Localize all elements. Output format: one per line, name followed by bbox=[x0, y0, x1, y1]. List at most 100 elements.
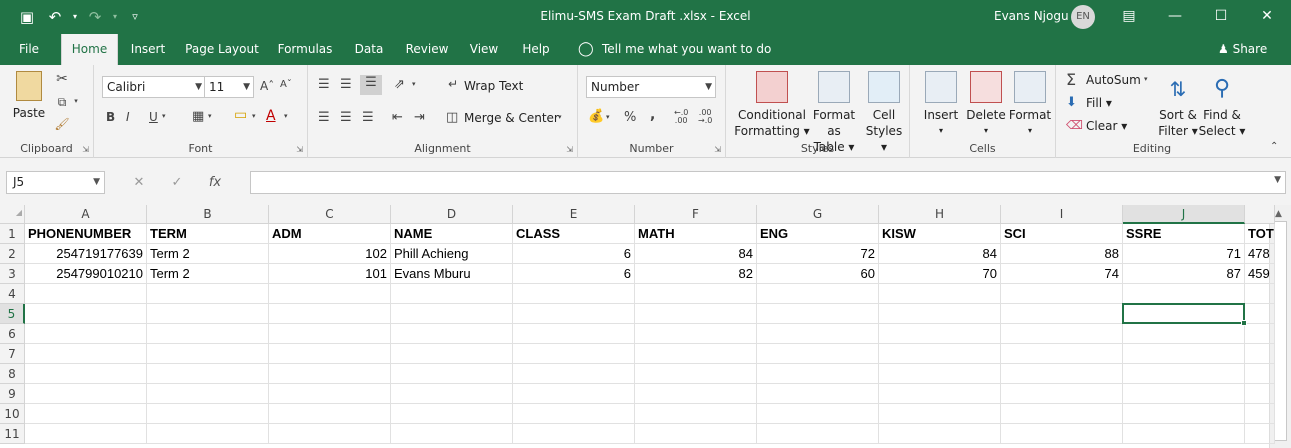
copy-icon[interactable]: ⧉ bbox=[54, 95, 70, 110]
cell[interactable] bbox=[391, 404, 513, 424]
tab-formulas[interactable]: Formulas bbox=[272, 34, 338, 65]
merge-dropdown-icon[interactable]: ▾ bbox=[558, 113, 562, 121]
format-cells-button[interactable]: Format ▾ bbox=[1006, 71, 1054, 139]
paste-button[interactable]: Paste bbox=[8, 71, 50, 121]
cell[interactable] bbox=[269, 424, 391, 444]
cell[interactable]: 478 bbox=[1245, 244, 1275, 264]
tab-data[interactable]: Data bbox=[346, 34, 392, 65]
cell[interactable]: Term 2 bbox=[147, 264, 269, 284]
column-header[interactable]: I bbox=[1001, 205, 1123, 224]
scroll-up-icon[interactable]: ▲ bbox=[1275, 209, 1282, 219]
cell[interactable] bbox=[635, 384, 757, 404]
cell[interactable]: 84 bbox=[879, 244, 1001, 264]
cell[interactable] bbox=[391, 424, 513, 444]
cell[interactable] bbox=[1245, 344, 1275, 364]
row-header[interactable]: 9 bbox=[0, 384, 25, 404]
cell[interactable] bbox=[147, 364, 269, 384]
row-header[interactable]: 10 bbox=[0, 404, 25, 424]
copy-dropdown-icon[interactable]: ▾ bbox=[72, 97, 80, 105]
font-color-dropdown-icon[interactable]: ▾ bbox=[284, 112, 288, 120]
cell[interactable]: 254719177639 bbox=[25, 244, 147, 264]
maximize-icon[interactable]: ☐ bbox=[1206, 4, 1236, 28]
cell[interactable] bbox=[391, 284, 513, 304]
cell[interactable]: SSRE bbox=[1123, 224, 1245, 244]
cell[interactable]: TOT bbox=[1245, 224, 1275, 244]
merge-center-button[interactable]: Merge & Center bbox=[464, 111, 559, 125]
cell[interactable] bbox=[757, 284, 879, 304]
tab-page-layout[interactable]: Page Layout bbox=[180, 34, 264, 65]
tab-view[interactable]: View bbox=[462, 34, 506, 65]
cell[interactable] bbox=[147, 424, 269, 444]
cell[interactable]: 60 bbox=[757, 264, 879, 284]
tab-home[interactable]: Home bbox=[61, 34, 118, 65]
font-size-combo[interactable]: 11 ▼ bbox=[204, 76, 254, 98]
cell[interactable] bbox=[635, 304, 757, 324]
cell[interactable] bbox=[269, 384, 391, 404]
clear-button[interactable]: Clear ▾ bbox=[1086, 119, 1127, 133]
underline-button[interactable]: U bbox=[149, 110, 158, 124]
cell[interactable] bbox=[757, 324, 879, 344]
redo-dropdown-icon[interactable]: ▾ bbox=[110, 6, 120, 28]
align-left-icon[interactable]: ☰ bbox=[318, 110, 330, 125]
cell[interactable] bbox=[1123, 344, 1245, 364]
bottom-align-icon[interactable]: ☰ bbox=[360, 75, 382, 95]
cell[interactable] bbox=[147, 324, 269, 344]
row-header[interactable]: 3 bbox=[0, 264, 25, 284]
cell[interactable] bbox=[269, 364, 391, 384]
number-format-combo[interactable]: Number ▼ bbox=[586, 76, 716, 98]
cell[interactable] bbox=[1245, 364, 1275, 384]
cell[interactable] bbox=[513, 324, 635, 344]
cell[interactable]: ADM bbox=[269, 224, 391, 244]
cell[interactable]: 102 bbox=[269, 244, 391, 264]
cell[interactable] bbox=[391, 384, 513, 404]
cell[interactable] bbox=[147, 384, 269, 404]
font-launcher-icon[interactable]: ⇲ bbox=[296, 145, 303, 154]
cell[interactable] bbox=[147, 404, 269, 424]
cell[interactable]: CLASS bbox=[513, 224, 635, 244]
decrease-font-icon[interactable]: Aˇ bbox=[280, 79, 292, 90]
minimize-icon[interactable]: — bbox=[1160, 4, 1190, 28]
clipboard-launcher-icon[interactable]: ⇲ bbox=[82, 145, 89, 154]
column-header[interactable] bbox=[1245, 205, 1275, 224]
cell[interactable] bbox=[1001, 344, 1123, 364]
row-header[interactable]: 7 bbox=[0, 344, 25, 364]
cell[interactable] bbox=[1123, 424, 1245, 444]
column-header[interactable]: B bbox=[147, 205, 269, 224]
cell[interactable] bbox=[269, 304, 391, 324]
eraser-icon[interactable]: ⌫ bbox=[1066, 118, 1083, 132]
align-right-icon[interactable]: ☰ bbox=[362, 110, 374, 125]
cell[interactable]: 70 bbox=[879, 264, 1001, 284]
cell[interactable] bbox=[25, 364, 147, 384]
cell[interactable] bbox=[879, 284, 1001, 304]
cell[interactable] bbox=[25, 424, 147, 444]
find-select-button[interactable]: ⚲ Find & Select ▾ bbox=[1198, 71, 1246, 139]
spreadsheet-grid[interactable]: ▲ ◢ A B C D E F G H I J 1 PHONENUMBER TERM ADM NAME CLAS… bbox=[0, 205, 1291, 448]
cell[interactable]: 74 bbox=[1001, 264, 1123, 284]
collapse-ribbon-icon[interactable]: ⌃ bbox=[1270, 141, 1278, 152]
comma-style-button[interactable]: , bbox=[650, 107, 655, 123]
cell[interactable] bbox=[513, 384, 635, 404]
cell[interactable] bbox=[391, 324, 513, 344]
name-box[interactable]: J5 ▼ bbox=[6, 171, 105, 194]
tab-help[interactable]: Help bbox=[514, 34, 558, 65]
cell[interactable] bbox=[1245, 284, 1275, 304]
cell[interactable] bbox=[879, 304, 1001, 324]
column-header[interactable]: G bbox=[757, 205, 879, 224]
fill-button[interactable]: Fill ▾ bbox=[1086, 96, 1112, 110]
cell[interactable] bbox=[1123, 324, 1245, 344]
italic-button[interactable]: I bbox=[126, 110, 130, 124]
row-header[interactable]: 5 bbox=[0, 304, 25, 324]
column-header[interactable]: F bbox=[635, 205, 757, 224]
select-all-corner[interactable]: ◢ bbox=[0, 205, 25, 224]
cell[interactable] bbox=[25, 324, 147, 344]
column-header[interactable]: C bbox=[269, 205, 391, 224]
active-cell-selection[interactable] bbox=[1122, 303, 1247, 326]
cell[interactable]: TERM bbox=[147, 224, 269, 244]
cell[interactable] bbox=[757, 424, 879, 444]
cell[interactable] bbox=[391, 344, 513, 364]
cell[interactable] bbox=[269, 284, 391, 304]
increase-decimal-button[interactable]: ←.0 .00 bbox=[674, 109, 688, 125]
cell[interactable]: 84 bbox=[635, 244, 757, 264]
align-center-icon[interactable]: ☰ bbox=[340, 110, 352, 125]
cell[interactable]: Term 2 bbox=[147, 244, 269, 264]
